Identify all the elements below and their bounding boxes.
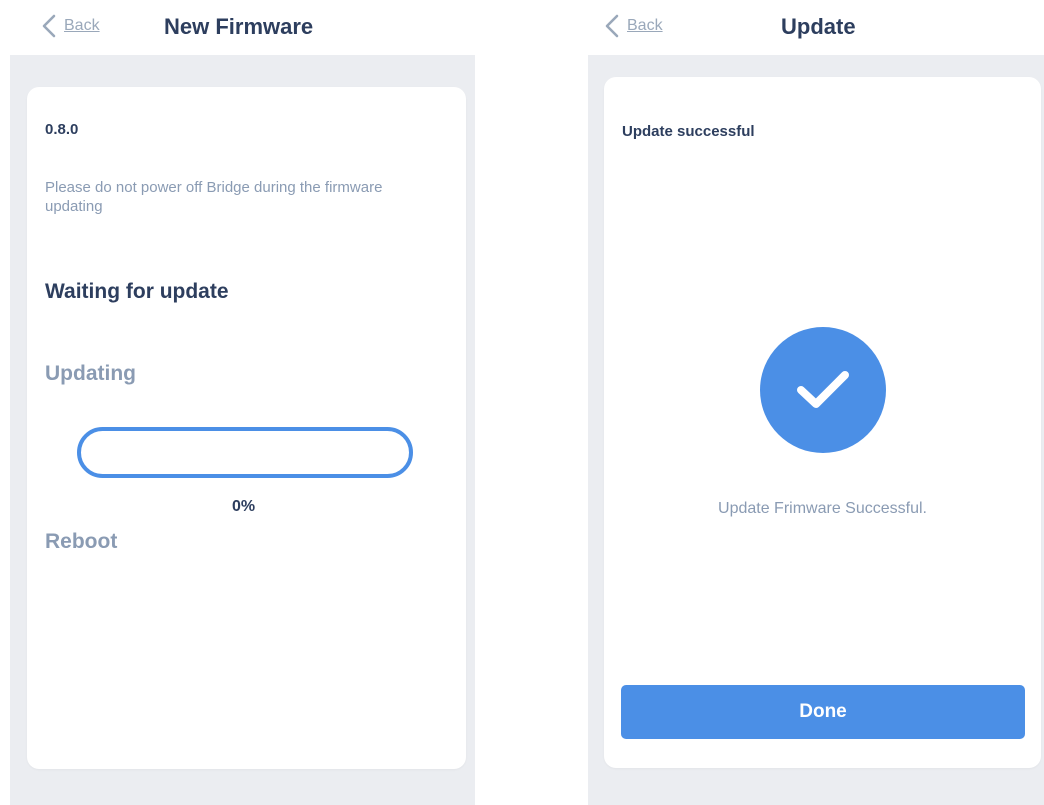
firmware-card: 0.8.0 Please do not power off Bridge dur…: [27, 87, 466, 769]
back-button[interactable]: Back: [40, 12, 100, 40]
firmware-version: 0.8.0: [45, 121, 79, 138]
chevron-left-icon: [42, 14, 56, 38]
new-firmware-screen: Back New Firmware 0.8.0 Please do not po…: [10, 0, 475, 805]
progress-percentage: 0%: [232, 498, 256, 515]
checkmark-icon: [797, 371, 849, 408]
nav-bar: Back Update: [588, 0, 1044, 55]
back-label: Back: [627, 17, 663, 34]
chevron-left-icon: [605, 14, 619, 38]
page-title: New Firmware: [164, 14, 314, 39]
power-warning: Please do not power off Bridge during th…: [45, 179, 383, 215]
step-updating: Updating: [45, 362, 136, 385]
success-heading: Update successful: [622, 123, 755, 140]
progress-bar: [77, 427, 413, 478]
nav-bar: Back New Firmware: [10, 0, 475, 55]
success-badge: [760, 327, 886, 453]
step-waiting: Waiting for update: [45, 280, 229, 303]
success-message: Update Frimware Successful.: [718, 500, 927, 517]
update-result-card: Update successful Update Frimware Succes…: [604, 77, 1041, 768]
back-button[interactable]: Back: [603, 12, 663, 40]
done-button[interactable]: Done: [621, 685, 1025, 739]
back-label: Back: [64, 17, 100, 34]
page-title: Update: [781, 14, 856, 39]
step-reboot: Reboot: [45, 530, 118, 553]
update-screen: Back Update Update successful Update Fri…: [588, 0, 1044, 805]
